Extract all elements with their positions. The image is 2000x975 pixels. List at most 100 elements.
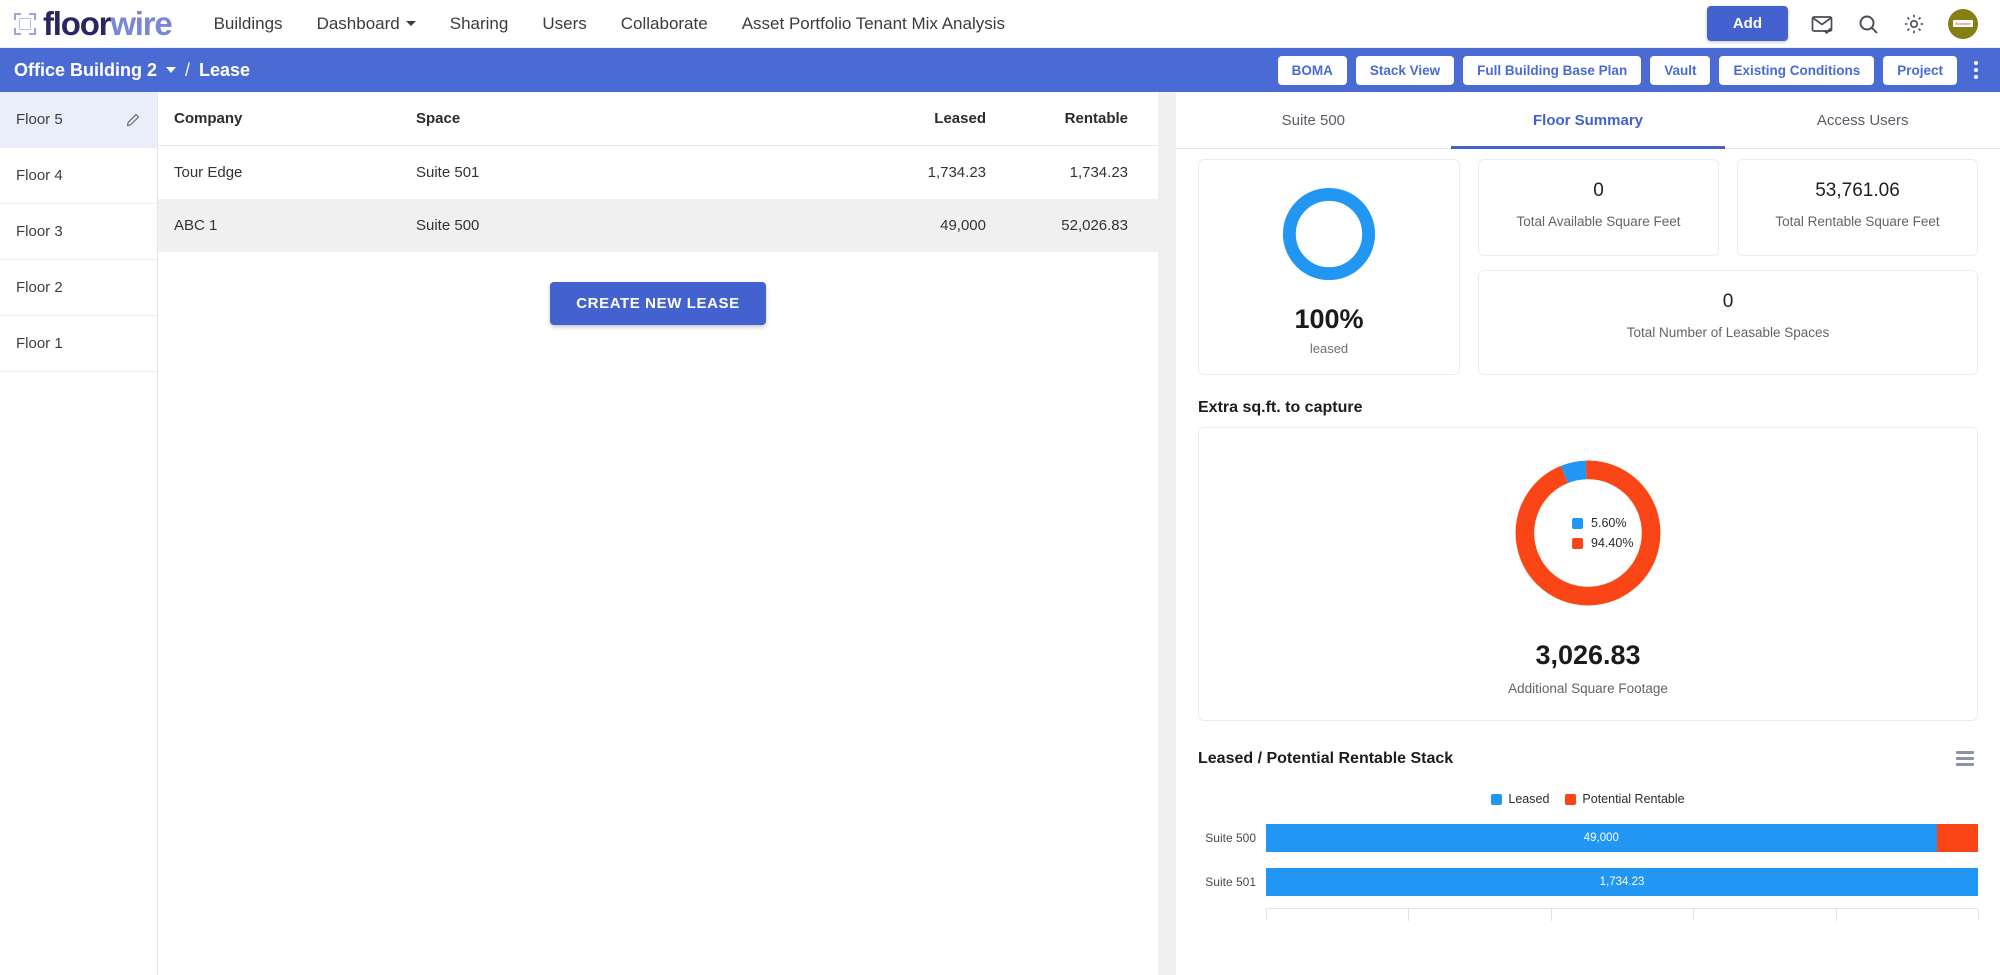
cell-rentable: 52,026.83	[986, 199, 1158, 252]
summary-tabs: Suite 500 Floor Summary Access Users	[1176, 92, 2000, 149]
breadcrumb-separator: /	[185, 59, 191, 80]
panel-divider	[1158, 92, 1176, 975]
page-body: Floor 5 Floor 4 Floor 3 Floor 2 Floor 1 …	[0, 92, 2000, 975]
nav-label: Asset Portfolio Tenant Mix Analysis	[741, 13, 1006, 33]
sidebar-item-label: Floor 2	[16, 279, 63, 296]
existing-conditions-button[interactable]: Existing Conditions	[1719, 55, 1875, 85]
tab-suite-500[interactable]: Suite 500	[1176, 92, 1451, 149]
stack-chart-title: Leased / Potential Rentable Stack	[1198, 749, 1454, 767]
cell-space: Suite 501	[416, 164, 480, 181]
kpi-total-rentable-square-feet: 53,761.06 Total Rentable Square Feet	[1737, 159, 1978, 256]
nav-item-sharing[interactable]: Sharing	[450, 14, 509, 34]
breadcrumb-building[interactable]: Office Building 2	[14, 60, 157, 81]
vault-button[interactable]: Vault	[1650, 55, 1711, 85]
lease-table-panel: Company Space Leased Rentable Tour Edge …	[158, 92, 1158, 975]
create-new-lease-button[interactable]: CREATE NEW LEASE	[550, 282, 766, 325]
stack-chart-legend: Leased Potential Rentable	[1198, 792, 1978, 806]
legend-item-orange: 94.40%	[1572, 536, 1633, 550]
legend-label: Leased	[1508, 792, 1550, 806]
cell-space: Suite 500	[416, 199, 816, 252]
nav-label: Sharing	[449, 13, 509, 33]
edit-pencil-icon[interactable]	[125, 112, 141, 128]
nav-label: Collaborate	[620, 13, 708, 33]
bar-segment-potential-rentable[interactable]	[1936, 824, 1978, 852]
breadcrumb: Office Building 2 / Lease	[14, 60, 250, 81]
extra-sqft-card: 5.60% 94.40% 3,026.83 Additional Square …	[1198, 427, 1978, 721]
avatar[interactable]: floorwire	[1948, 8, 1978, 39]
chevron-down-icon[interactable]	[166, 67, 177, 73]
cell-leased: 49,000	[816, 199, 986, 252]
legend-item-potential-rentable[interactable]: Potential Rentable	[1565, 792, 1685, 806]
legend-label: 5.60%	[1591, 516, 1627, 530]
sidebar-item-floor-1[interactable]: Floor 1	[0, 316, 157, 372]
kpi-row: 100% leased 0 Total Available Square Fee…	[1198, 159, 1978, 375]
kpi-label: Total Available Square Feet	[1516, 214, 1681, 229]
stack-view-button[interactable]: Stack View	[1355, 55, 1455, 85]
kpi-top-row: 0 Total Available Square Feet 53,761.06 …	[1478, 159, 1978, 256]
nav-label: Dashboard	[316, 13, 400, 33]
bar-track: 1,734.23	[1266, 868, 1978, 896]
top-navbar: floorwire Buildings Dashboard Sharing Us…	[0, 0, 2000, 48]
bar-row-suite-500: Suite 500 49,000	[1204, 820, 1978, 856]
stack-chart-header: Leased / Potential Rentable Stack	[1198, 747, 1978, 770]
kpi-value: 0	[1722, 291, 1734, 312]
nav-item-buildings[interactable]: Buildings	[214, 14, 283, 34]
legend-label: 94.40%	[1591, 536, 1634, 550]
table-row[interactable]: ABC 1 Suite 500 49,000 52,026.83	[158, 199, 1158, 252]
nav-item-collaborate[interactable]: Collaborate	[621, 14, 708, 34]
bar-segment-leased[interactable]: 1,734.23	[1266, 868, 1978, 896]
tab-label: Suite 500	[1281, 112, 1346, 129]
sidebar-item-floor-2[interactable]: Floor 2	[0, 260, 157, 316]
logo-text-wire: wire	[110, 5, 172, 42]
nav-label: Buildings	[213, 13, 283, 33]
floor-sidebar: Floor 5 Floor 4 Floor 3 Floor 2 Floor 1	[0, 92, 158, 975]
kpi-value: 53,761.06	[1815, 180, 1900, 201]
bar-track: 49,000	[1266, 824, 1978, 852]
hamburger-icon[interactable]	[1952, 747, 1978, 770]
app-logo[interactable]: floorwire	[14, 5, 173, 42]
kpi-column: 0 Total Available Square Feet 53,761.06 …	[1478, 159, 1978, 375]
bar-category-label: Suite 501	[1205, 875, 1256, 889]
logo-wordmark: floorwire	[43, 5, 173, 42]
extra-sqft-title: Extra sq.ft. to capture	[1198, 399, 1363, 416]
legend-swatch-icon	[1572, 537, 1584, 549]
column-header-company[interactable]: Company	[158, 92, 416, 146]
search-icon[interactable]	[1856, 12, 1880, 36]
bar-segment-leased[interactable]: 49,000	[1266, 824, 1937, 852]
mail-check-icon[interactable]	[1810, 12, 1834, 36]
kpi-value: 0	[1593, 180, 1604, 201]
sidebar-item-floor-4[interactable]: Floor 4	[0, 148, 157, 204]
sidebar-item-label: Floor 3	[16, 223, 63, 240]
nav-item-users[interactable]: Users	[542, 14, 586, 34]
avatar-label: floorwire	[1953, 20, 1973, 27]
boma-button[interactable]: BOMA	[1277, 55, 1347, 85]
column-header-leased[interactable]: Leased	[816, 92, 986, 146]
tab-label: Access Users	[1816, 112, 1909, 129]
cell-company: Tour Edge	[174, 164, 243, 181]
summary-content: 100% leased 0 Total Available Square Fee…	[1176, 149, 2000, 922]
chart-x-axis	[1266, 908, 1979, 922]
column-header-space[interactable]: Space	[416, 92, 816, 146]
tab-label: Floor Summary	[1532, 112, 1644, 129]
nav-item-asset-portfolio-tenant-mix-analysis[interactable]: Asset Portfolio Tenant Mix Analysis	[742, 14, 1005, 34]
column-header-rentable[interactable]: Rentable	[986, 92, 1158, 146]
floorwire-mark-icon	[14, 12, 36, 35]
legend-swatch-icon	[1491, 793, 1503, 805]
tab-access-users[interactable]: Access Users	[1725, 92, 2000, 149]
primary-nav: Buildings Dashboard Sharing Users Collab…	[214, 14, 1005, 34]
sidebar-item-floor-3[interactable]: Floor 3	[0, 204, 157, 260]
tab-floor-summary[interactable]: Floor Summary	[1450, 92, 1726, 149]
nav-item-dashboard[interactable]: Dashboard	[317, 14, 416, 34]
more-options-icon[interactable]	[1966, 57, 1986, 83]
leased-gauge-card: 100% leased	[1198, 159, 1460, 375]
table-row[interactable]: Tour Edge Suite 501 1,734.23 1,734.23	[158, 146, 1158, 200]
legend-item-leased[interactable]: Leased	[1491, 792, 1549, 806]
sidebar-item-floor-5[interactable]: Floor 5	[0, 92, 157, 148]
full-building-base-plan-button[interactable]: Full Building Base Plan	[1463, 55, 1642, 85]
add-button[interactable]: Add	[1706, 6, 1788, 41]
project-button[interactable]: Project	[1883, 55, 1957, 85]
gear-icon[interactable]	[1902, 12, 1926, 36]
table-header-row: Company Space Leased Rentable	[158, 92, 1158, 146]
kpi-total-number-of-leasable-spaces: 0 Total Number of Leasable Spaces	[1478, 270, 1978, 375]
top-right-actions: Add floorwire	[1706, 6, 1978, 41]
